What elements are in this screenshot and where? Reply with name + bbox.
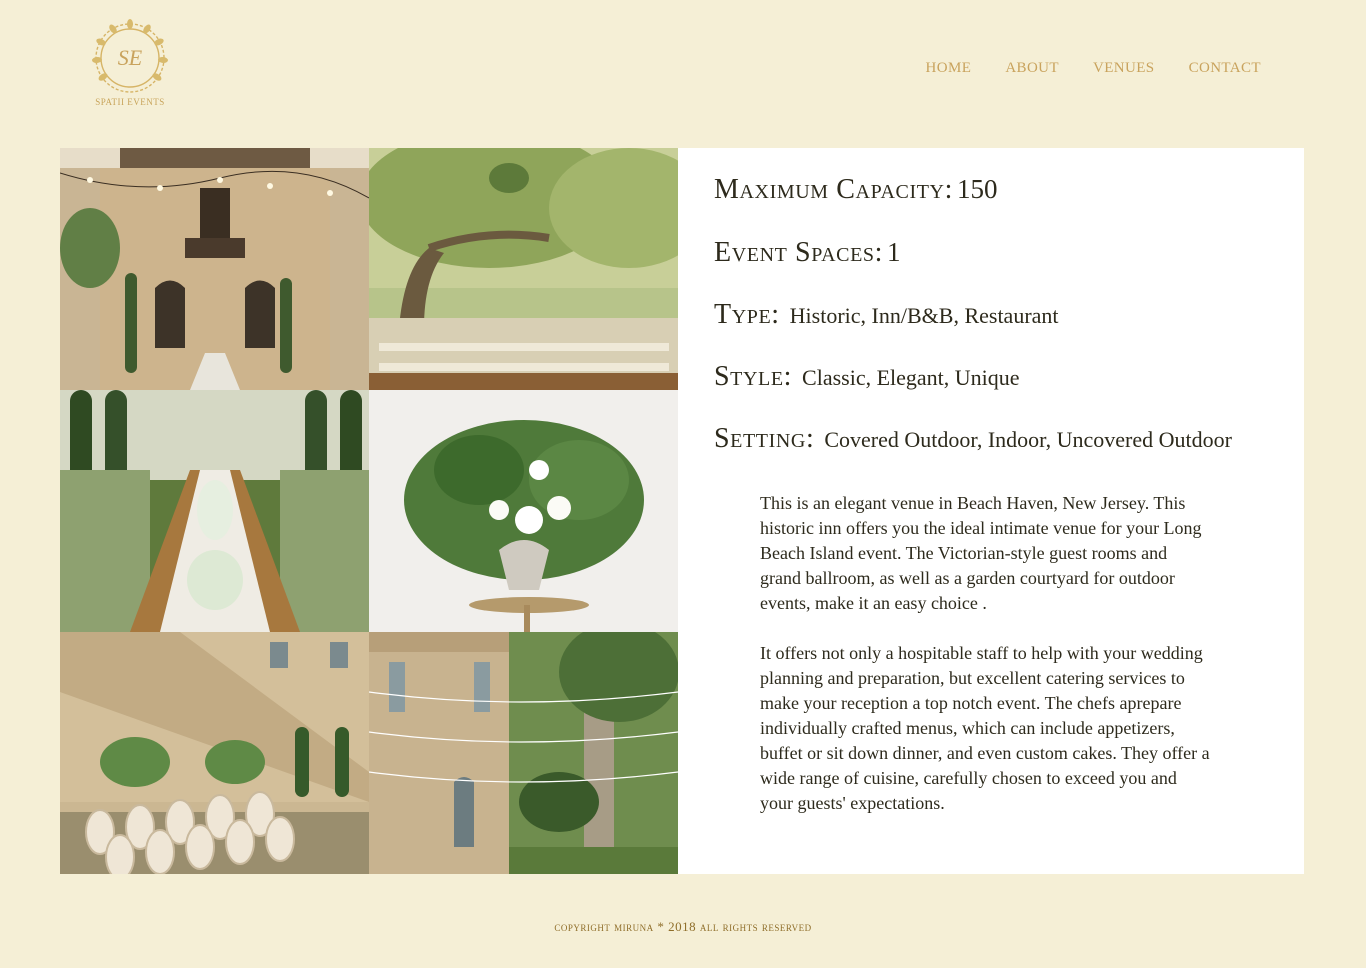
capacity-value: 150 <box>956 174 998 204</box>
type-value: Historic, Inn/B&B, Restaurant <box>789 303 1059 328</box>
event-spaces-label: Event Spaces: <box>714 237 883 268</box>
main-nav: HOME ABOUT VENUES CONTACT <box>892 60 1261 77</box>
ceremony-chairs-photo <box>60 632 369 874</box>
laurel-wreath-icon: SE <box>92 19 168 93</box>
setting-value: Covered Outdoor, Indoor, Uncovered Outdo… <box>824 427 1232 452</box>
capacity-label: Maximum Capacity: <box>714 174 953 205</box>
type-fact: Type: Historic, Inn/B&B, Restaurant <box>714 300 1274 334</box>
type-label: Type: <box>714 299 780 330</box>
capacity-fact: Maximum Capacity: 150 <box>714 174 1274 209</box>
setting-label: Setting: <box>714 423 815 454</box>
nav-about[interactable]: ABOUT <box>1005 60 1059 77</box>
nav-contact[interactable]: CONTACT <box>1189 60 1261 77</box>
style-value: Classic, Elegant, Unique <box>802 365 1020 390</box>
style-label: Style: <box>714 361 793 392</box>
brand-logo[interactable]: SE SPATII EVENTS <box>82 18 178 110</box>
description-paragraph-2: It offers not only a hospitable staff to… <box>760 643 1210 813</box>
brand-monogram: SE <box>118 45 143 70</box>
setting-fact: Setting: Covered Outdoor, Indoor, Uncove… <box>714 424 1274 458</box>
brand-name: SPATII EVENTS <box>95 97 165 107</box>
stone-villa-lights-photo <box>369 632 678 874</box>
venue-details: Maximum Capacity: 150 Event Spaces: 1 Ty… <box>714 174 1274 486</box>
nav-home[interactable]: HOME <box>926 60 972 77</box>
style-fact: Style: Classic, Elegant, Unique <box>714 362 1274 396</box>
description-paragraph-1: This is an elegant venue in Beach Haven,… <box>760 493 1202 613</box>
cypress-long-table-photo <box>60 390 369 632</box>
footer-copyright: copyright miruna * 2018 all rights reser… <box>554 919 812 934</box>
nav-venues[interactable]: VENUES <box>1093 60 1155 77</box>
courtyard-string-lights-photo <box>60 148 369 390</box>
venue-card: Maximum Capacity: 150 Event Spaces: 1 Ty… <box>60 148 1304 874</box>
oak-tree-reception-photo <box>369 148 678 390</box>
venue-description: This is an elegant venue in Beach Haven,… <box>760 491 1210 841</box>
event-spaces-fact: Event Spaces: 1 <box>714 237 1274 272</box>
event-spaces-value: 1 <box>887 237 901 267</box>
photo-gallery <box>60 148 678 874</box>
floral-urn-arrangement-photo <box>369 390 678 632</box>
